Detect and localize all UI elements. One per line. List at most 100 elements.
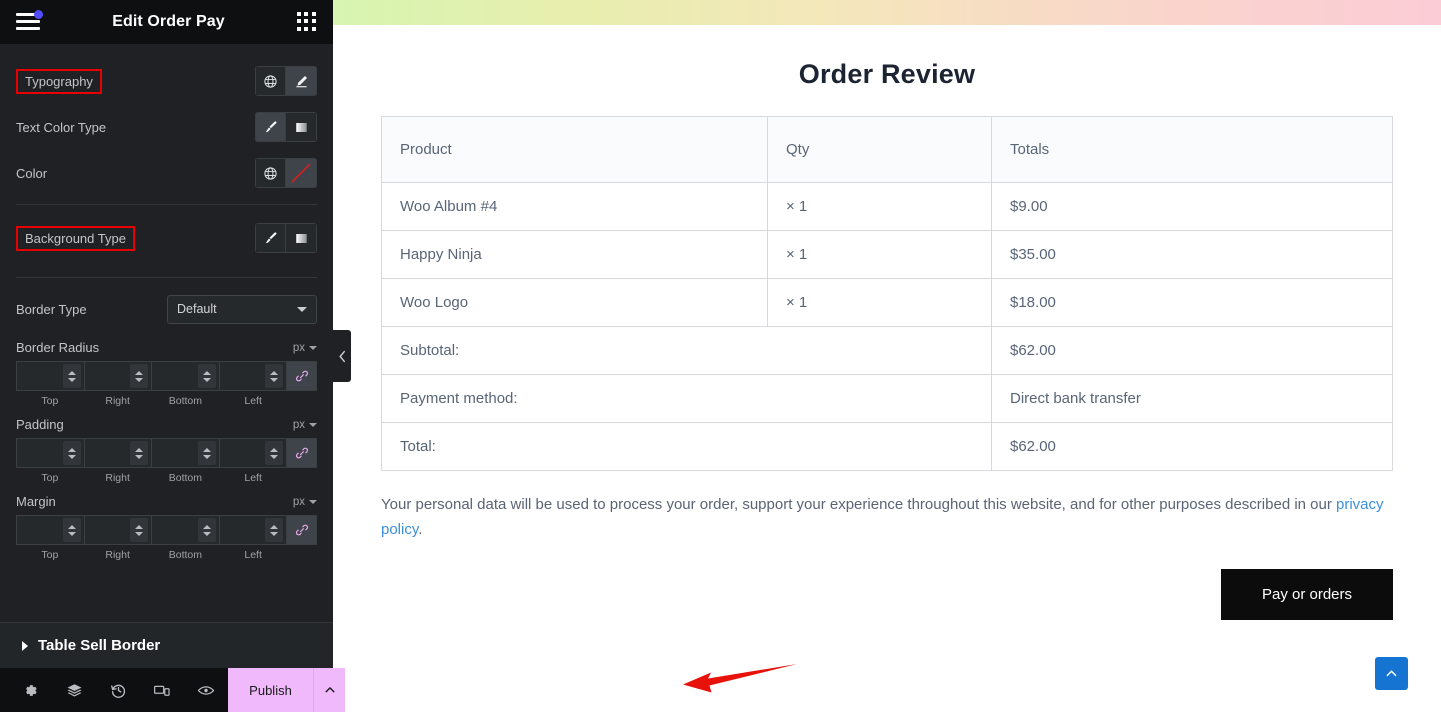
margin-bottom-input[interactable] xyxy=(152,515,220,545)
scroll-to-top-button[interactable] xyxy=(1375,657,1408,690)
margin-right-input[interactable] xyxy=(84,515,152,545)
border-radius-bottom-input[interactable] xyxy=(152,361,220,391)
label-border-type: Border Type xyxy=(16,301,87,317)
hamburger-icon[interactable] xyxy=(16,10,43,31)
padding-right-input[interactable] xyxy=(84,438,152,468)
border-radius-top-input[interactable] xyxy=(16,361,85,391)
page-title: Order Review xyxy=(798,59,976,89)
editor-app: Edit Order Pay Typography Text Color Typ… xyxy=(0,0,1441,712)
border-type-select[interactable]: Default xyxy=(167,294,317,324)
stepper-icon[interactable] xyxy=(130,364,148,388)
label-right: Right xyxy=(105,472,130,484)
padding-link-values-toggle[interactable] xyxy=(287,438,317,468)
unit-value: px xyxy=(292,341,305,354)
table-row: Woo Logo × 1 $18.00 xyxy=(381,278,1393,327)
unit-value: px xyxy=(292,495,305,508)
margin-link-values-toggle[interactable] xyxy=(287,515,317,545)
cell-qty: × 1 xyxy=(767,230,992,279)
margin-unit-selector[interactable]: px xyxy=(293,496,317,508)
stepper-icon[interactable] xyxy=(62,364,81,388)
brush-icon-button[interactable] xyxy=(255,112,286,142)
cell-summary-value: Direct bank transfer xyxy=(991,374,1393,423)
chevron-down-icon xyxy=(309,422,317,427)
margin-left-input[interactable] xyxy=(219,515,287,545)
text-color-type-button-group xyxy=(255,112,317,142)
annotation-arrow-icon xyxy=(683,664,797,693)
cell-qty: × 1 xyxy=(767,182,992,231)
globe-icon-button[interactable] xyxy=(255,158,286,188)
label-margin: Margin xyxy=(16,494,56,509)
label-border-radius: Border Radius xyxy=(16,340,100,355)
padding-labels: Top Right Bottom Left xyxy=(16,472,317,484)
pay-for-orders-button[interactable]: Pay or orders xyxy=(1221,568,1393,620)
table-head: Product Qty Totals xyxy=(381,116,1393,183)
label-left: Left xyxy=(244,472,262,484)
page-gradient-banner xyxy=(333,0,1441,25)
padding-unit-selector[interactable]: px xyxy=(293,419,317,431)
stepper-icon[interactable] xyxy=(197,441,216,465)
responsive-mode-icon[interactable] xyxy=(140,668,184,712)
table-row: Woo Album #4 × 1 $9.00 xyxy=(381,182,1393,231)
history-revisions-icon[interactable] xyxy=(96,668,140,712)
label-typography: Typography xyxy=(16,68,102,94)
border-radius-left-input[interactable] xyxy=(219,361,287,391)
publish-button[interactable]: Publish xyxy=(228,668,313,712)
label-color: Color xyxy=(16,165,48,181)
margin-inputs xyxy=(16,515,317,545)
cell-summary-value: $62.00 xyxy=(991,422,1393,471)
privacy-text-before: Your personal data will be used to proce… xyxy=(381,496,1337,513)
stepper-icon[interactable] xyxy=(130,518,148,542)
stepper-icon[interactable] xyxy=(130,441,148,465)
stepper-icon[interactable] xyxy=(265,518,283,542)
border-radius-link-values-toggle[interactable] xyxy=(287,361,317,391)
brush-icon-button[interactable] xyxy=(255,223,286,253)
preview-eye-icon[interactable] xyxy=(184,668,228,712)
cell-total: $18.00 xyxy=(991,278,1393,327)
border-radius-head: Border Radius px xyxy=(16,340,317,355)
no-color-icon-button[interactable] xyxy=(286,158,317,188)
layers-navigator-icon[interactable] xyxy=(52,668,96,712)
label-bottom: Bottom xyxy=(168,472,202,484)
table-header-row: Product Qty Totals xyxy=(381,116,1393,183)
stepper-icon[interactable] xyxy=(265,364,283,388)
field-border-radius: Border Radius px Top Right Bottom Left xyxy=(0,340,333,407)
stepper-icon[interactable] xyxy=(62,441,81,465)
panel-header: Edit Order Pay xyxy=(0,0,333,44)
chevron-right-icon xyxy=(22,640,28,651)
publish-options-chevron-up-icon[interactable] xyxy=(313,668,345,712)
padding-bottom-input[interactable] xyxy=(152,438,220,468)
stepper-icon[interactable] xyxy=(197,518,216,542)
label-bottom: Bottom xyxy=(168,395,202,407)
padding-top-input[interactable] xyxy=(16,438,85,468)
stepper-icon[interactable] xyxy=(62,518,81,542)
border-radius-right-input[interactable] xyxy=(84,361,152,391)
column-header-qty: Qty xyxy=(767,116,992,183)
stepper-icon[interactable] xyxy=(265,441,283,465)
padding-left-input[interactable] xyxy=(219,438,287,468)
panel-body: Typography Text Color Type Color Backgro… xyxy=(0,44,333,622)
globe-icon-button[interactable] xyxy=(255,66,286,96)
margin-top-input[interactable] xyxy=(16,515,85,545)
table-row: Happy Ninja × 1 $35.00 xyxy=(381,230,1393,279)
gradient-icon-button[interactable] xyxy=(286,223,317,253)
cell-summary-label: Payment method: xyxy=(381,374,992,423)
gradient-icon-button[interactable] xyxy=(286,112,317,142)
label-right: Right xyxy=(105,549,130,561)
label-left: Left xyxy=(244,395,262,407)
field-padding: Padding px Top Right Bottom Left xyxy=(0,417,333,484)
cell-product: Woo Logo xyxy=(381,278,768,327)
section-table-sell-border[interactable]: Table Sell Border xyxy=(0,622,333,668)
pay-button-wrapper: Pay or orders xyxy=(381,568,1393,620)
grid-apps-icon[interactable] xyxy=(297,12,317,32)
stepper-icon[interactable] xyxy=(197,364,216,388)
label-left: Left xyxy=(244,549,262,561)
border-radius-labels: Top Right Bottom Left xyxy=(16,395,317,407)
settings-gear-icon[interactable] xyxy=(8,668,52,712)
preview-canvas: Order Review Product Qty Totals Woo Albu… xyxy=(333,0,1441,712)
label-top: Top xyxy=(41,395,59,407)
panel-collapse-handle[interactable] xyxy=(333,330,351,382)
publish-group: Publish xyxy=(228,668,345,712)
control-row-typography: Typography xyxy=(0,58,333,104)
pencil-icon-button[interactable] xyxy=(286,66,317,96)
border-radius-unit-selector[interactable]: px xyxy=(293,342,317,354)
